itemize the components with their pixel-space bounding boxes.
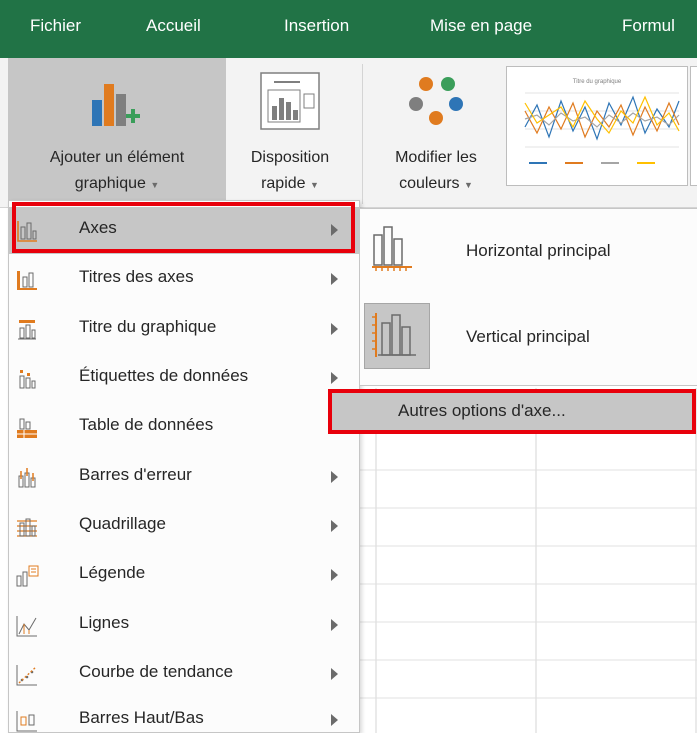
menu-item-chart-title[interactable]: Titre du graphique [9, 306, 359, 353]
menu-item-gridlines[interactable]: Quadrillage [9, 503, 359, 550]
submenu-arrow-icon [331, 372, 338, 384]
menu-item-axis-titles-label: Titres des axes [79, 267, 194, 286]
chart-style-gallery-item[interactable]: Titre du graphique [506, 66, 688, 186]
change-colors-button[interactable]: Modifier les couleurs ▼ [368, 58, 504, 206]
quick-layout-icon [260, 72, 320, 130]
chevron-down-icon: ▼ [310, 180, 319, 190]
menu-item-data-table[interactable]: Table de données [9, 404, 359, 451]
axes-submenu: Horizontal principal Vertical principal [360, 208, 697, 386]
submenu-arrow-icon [331, 668, 338, 680]
data-labels-icon [19, 370, 36, 389]
chart-style-gallery-next-item[interactable] [690, 66, 697, 186]
menu-item-error-bars[interactable]: Barres d'erreur [9, 454, 359, 501]
up-down-bars-icon [16, 711, 37, 732]
submenu-arrow-icon [331, 714, 338, 726]
change-colors-label-1: Modifier les [395, 149, 477, 166]
more-axis-options-label: Autres options d'axe... [398, 401, 566, 420]
data-table-icon [17, 418, 37, 438]
submenu-arrow-icon [331, 619, 338, 631]
add-chart-element-menu: Axes Titres des axes Titre du graphique … [8, 200, 360, 733]
submenu-arrow-icon [331, 520, 338, 532]
tab-insertion[interactable]: Insertion [284, 16, 349, 36]
trendline-icon [16, 665, 37, 686]
menu-item-lines-label: Lignes [79, 613, 130, 632]
add-chart-element-label-1: Ajouter un élément [49, 149, 185, 166]
menu-item-chart-title-label: Titre du graphique [79, 317, 217, 336]
menu-item-legend-label: Légende [79, 563, 146, 582]
add-chart-element-button[interactable]: Ajouter un élément graphique ▼ [8, 58, 226, 206]
menu-item-axis-titles[interactable]: Titres des axes [9, 256, 359, 303]
tab-formules[interactable]: Formul [622, 16, 675, 36]
submenu-arrow-icon [331, 224, 338, 236]
gridlines-icon [17, 518, 37, 537]
axis-titles-icon [17, 271, 37, 290]
add-chart-element-label-2: graphique [74, 175, 146, 192]
menu-item-up-down-bars-label: Barres Haut/Bas [79, 708, 204, 727]
add-chart-element-icon [92, 84, 140, 126]
legend-icon [16, 565, 39, 587]
chevron-down-icon: ▼ [150, 180, 160, 190]
menu-item-data-labels-label: Étiquettes de données [79, 366, 249, 385]
menu-item-gridlines-label: Quadrillage [79, 514, 166, 533]
menu-item-data-table-label: Table de données [79, 415, 214, 434]
submenu-item-horizontal-label: Horizontal principal [466, 241, 611, 260]
ribbon-separator [362, 64, 363, 204]
menu-item-legend[interactable]: Légende [9, 552, 359, 599]
menu-item-error-bars-label: Barres d'erreur [79, 465, 192, 484]
menu-item-up-down-bars[interactable]: Barres Haut/Bas [9, 697, 359, 733]
menu-item-axes[interactable]: Axes [9, 207, 359, 254]
submenu-arrow-icon [331, 569, 338, 581]
menu-item-trendline-label: Courbe de tendance [79, 662, 234, 681]
submenu-arrow-icon [331, 273, 338, 285]
tab-accueil[interactable]: Accueil [146, 16, 201, 36]
error-bars-icon [18, 468, 36, 488]
submenu-item-horizontal-primary[interactable]: Horizontal principal [360, 215, 697, 285]
quick-layout-button[interactable]: Disposition rapide ▼ [228, 58, 352, 206]
ribbon-panel: Ajouter un élément graphique ▼ Dispositi… [0, 58, 697, 208]
color-palette-icon [409, 77, 463, 125]
chevron-down-icon: ▼ [464, 180, 473, 190]
change-colors-label-2: couleurs [399, 175, 460, 192]
submenu-arrow-icon [331, 323, 338, 335]
gallery-preview-title: Titre du graphique [573, 79, 622, 85]
menu-item-lines[interactable]: Lignes [9, 602, 359, 649]
menu-item-trendline[interactable]: Courbe de tendance [9, 651, 359, 698]
axes-icon [17, 221, 37, 242]
horizontal-axis-icon [372, 226, 412, 271]
submenu-item-vertical-primary[interactable]: Vertical principal [360, 297, 697, 375]
submenu-arrow-icon [331, 471, 338, 483]
lines-icon [16, 616, 37, 637]
submenu-item-vertical-label: Vertical principal [466, 327, 590, 346]
vertical-axis-icon [372, 313, 416, 357]
tab-mise-en-page[interactable]: Mise en page [430, 16, 532, 36]
tab-fichier[interactable]: Fichier [30, 16, 81, 36]
quick-layout-label-2: rapide [261, 175, 306, 192]
quick-layout-label-1: Disposition [250, 149, 330, 166]
chart-title-icon [18, 320, 36, 340]
ribbon-tab-bar: Fichier Accueil Insertion Mise en page F… [0, 0, 697, 58]
menu-item-data-labels[interactable]: Étiquettes de données [9, 355, 359, 402]
chart-style-preview: Titre du graphique [524, 79, 680, 164]
menu-item-axes-label: Axes [79, 218, 117, 237]
more-axis-options-button[interactable]: Autres options d'axe... [328, 389, 696, 434]
